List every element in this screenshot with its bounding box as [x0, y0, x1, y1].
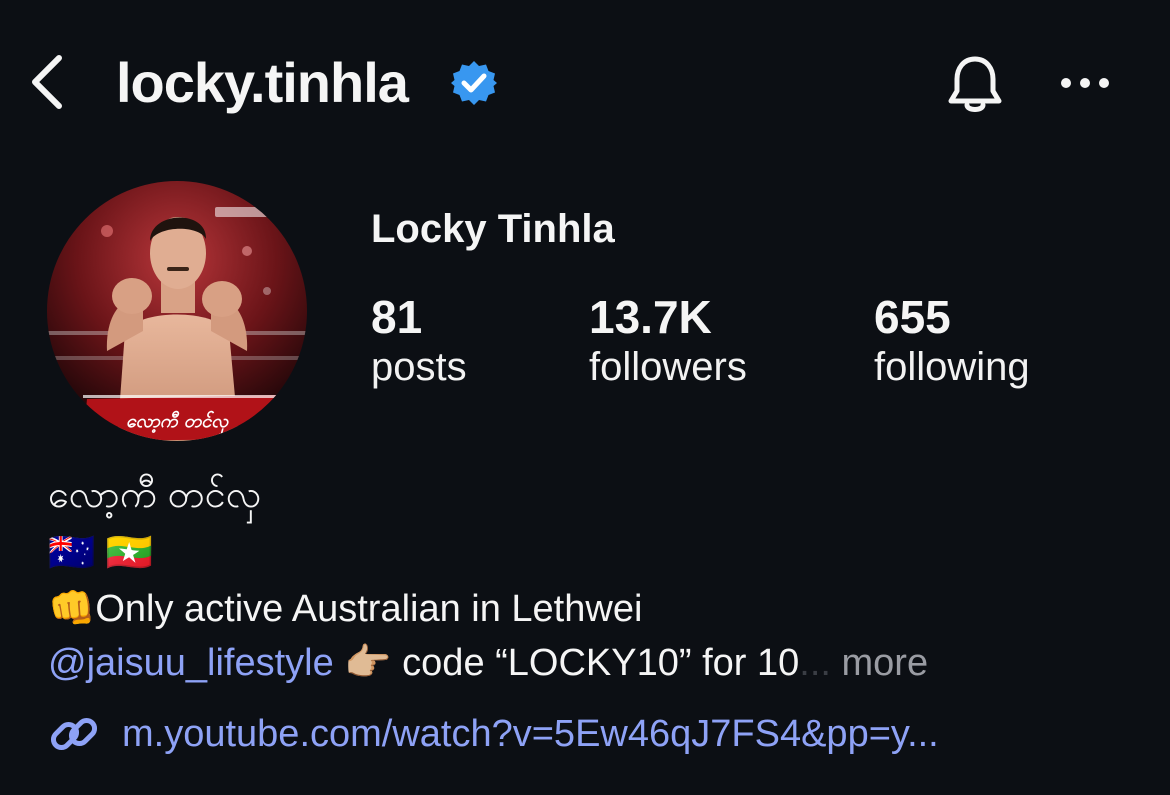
- stat-following[interactable]: 655 following: [874, 290, 1030, 390]
- ellipsis-icon: [1061, 78, 1109, 88]
- bio-line-name: လော့ကီ တင်လှ: [48, 474, 262, 516]
- stat-posts[interactable]: 81 posts: [371, 290, 467, 390]
- stat-followers-label: followers: [589, 345, 747, 389]
- bio-more-button[interactable]: more: [842, 642, 929, 684]
- bio-truncation-dots: ...: [799, 642, 831, 684]
- bio-tagline-text: Only active Australian in Lethwei: [95, 588, 643, 630]
- stat-following-label: following: [874, 345, 1030, 389]
- stat-posts-count: 81: [371, 291, 423, 343]
- bio-line-promo: @jaisuu_lifestyle 👉🏼 code “LOCKY10” for …: [48, 640, 928, 686]
- pointing-hand-emoji-icon: 👉🏼: [344, 642, 392, 684]
- bio-external-link[interactable]: m.youtube.com/watch?v=5Ew46qJ7FS4&pp=y..…: [48, 706, 939, 762]
- more-options-button[interactable]: [1054, 62, 1116, 104]
- stat-followers[interactable]: 13.7K followers: [589, 290, 747, 390]
- chevron-left-icon: [32, 55, 62, 109]
- verified-badge-icon: [450, 59, 498, 107]
- fist-emoji-icon: 👊: [48, 588, 96, 630]
- bio-line-tagline: 👊Only active Australian in Lethwei: [48, 586, 642, 632]
- profile-display-name: Locky Tinhla: [371, 207, 615, 251]
- stat-following-count: 655: [874, 291, 951, 343]
- bio-line-flags: 🇦🇺 🇲🇲: [48, 532, 154, 574]
- back-button[interactable]: [22, 52, 72, 112]
- stat-posts-label: posts: [371, 345, 467, 389]
- bell-icon: [948, 56, 1002, 112]
- notifications-button[interactable]: [940, 52, 1010, 118]
- stat-followers-count: 13.7K: [589, 291, 712, 343]
- link-icon: [50, 717, 98, 751]
- profile-avatar[interactable]: လော့ကီ တင်လှ: [47, 181, 307, 441]
- bio-mention-link[interactable]: @jaisuu_lifestyle: [48, 642, 334, 684]
- bio-promo-text: code “LOCKY10” for 10: [402, 642, 800, 684]
- profile-username: locky.tinhla: [116, 51, 409, 114]
- bio-link-text: m.youtube.com/watch?v=5Ew46qJ7FS4&pp=y..…: [122, 712, 939, 755]
